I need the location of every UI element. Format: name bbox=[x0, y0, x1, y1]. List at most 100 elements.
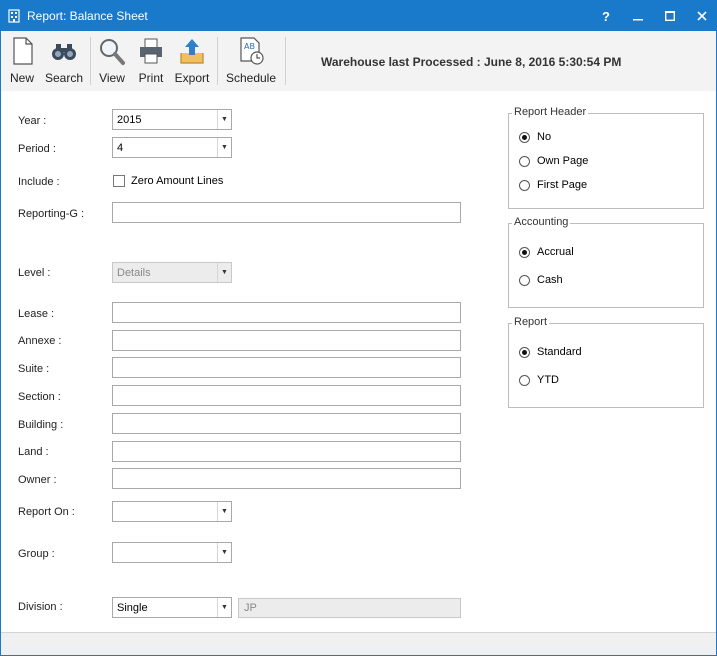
maximize-button[interactable] bbox=[653, 1, 687, 31]
report-header-no-radio[interactable]: No bbox=[519, 131, 551, 143]
division-label: Division : bbox=[18, 601, 63, 613]
chevron-down-icon: ▼ bbox=[217, 263, 231, 282]
radio-label: Cash bbox=[537, 274, 563, 286]
toolbar-separator bbox=[217, 37, 218, 85]
schedule-icon: AB bbox=[240, 37, 264, 65]
export-label: Export bbox=[174, 71, 210, 85]
group-select[interactable]: ▼ bbox=[112, 542, 232, 563]
report-on-select[interactable]: ▼ bbox=[112, 501, 232, 522]
schedule-label: Schedule bbox=[225, 71, 277, 85]
lease-input[interactable] bbox=[112, 302, 461, 323]
suite-input[interactable] bbox=[112, 357, 461, 378]
annexe-input[interactable] bbox=[112, 330, 461, 351]
export-button[interactable]: Export bbox=[172, 35, 212, 89]
building-icon bbox=[8, 9, 20, 23]
chevron-down-icon[interactable]: ▼ bbox=[217, 138, 231, 157]
land-input[interactable] bbox=[112, 441, 461, 462]
search-button[interactable]: Search bbox=[43, 35, 85, 89]
level-select: Details ▼ bbox=[112, 262, 232, 283]
owner-input[interactable] bbox=[112, 468, 461, 489]
minimize-button[interactable] bbox=[621, 1, 655, 31]
toolbar: New Search View Print Export AB Schedule… bbox=[1, 31, 716, 91]
accounting-cash-radio[interactable]: Cash bbox=[519, 274, 563, 286]
radio-label: Standard bbox=[537, 346, 582, 358]
report-header-first-page-radio[interactable]: First Page bbox=[519, 179, 587, 191]
report-standard-radio[interactable]: Standard bbox=[519, 346, 582, 358]
maximize-icon bbox=[665, 11, 675, 21]
radio-unselected-icon bbox=[519, 155, 530, 167]
radio-label: YTD bbox=[537, 374, 559, 386]
group-label: Group : bbox=[18, 548, 55, 560]
lease-label: Lease : bbox=[18, 308, 55, 320]
report-group: Report Standard YTD bbox=[508, 316, 704, 408]
report-ytd-radio[interactable]: YTD bbox=[519, 374, 559, 386]
chevron-down-icon[interactable]: ▼ bbox=[217, 502, 231, 521]
svg-text:AB: AB bbox=[244, 42, 255, 51]
land-label: Land : bbox=[18, 446, 49, 458]
chevron-down-icon[interactable]: ▼ bbox=[217, 598, 231, 617]
radio-unselected-icon bbox=[519, 179, 530, 191]
status-bar bbox=[1, 632, 716, 655]
annexe-label: Annexe : bbox=[18, 335, 62, 347]
level-label: Level : bbox=[18, 267, 51, 279]
report-header-group: Report Header No Own Page First Page bbox=[508, 106, 704, 209]
reporting-g-label: Reporting-G : bbox=[18, 208, 85, 220]
help-label: ? bbox=[602, 8, 610, 24]
radio-selected-icon bbox=[519, 346, 530, 358]
toolbar-separator bbox=[90, 37, 91, 85]
minimize-icon bbox=[633, 19, 643, 21]
report-title: Report bbox=[512, 316, 550, 328]
period-value: 4 bbox=[117, 142, 124, 154]
help-button[interactable]: ? bbox=[589, 1, 623, 31]
radio-label: Accrual bbox=[537, 246, 574, 258]
search-label: Search bbox=[44, 71, 84, 85]
zero-amount-checkbox[interactable] bbox=[113, 175, 125, 187]
accounting-group: Accounting Accrual Cash bbox=[508, 216, 704, 308]
report-on-label: Report On : bbox=[18, 506, 75, 518]
accounting-title: Accounting bbox=[512, 216, 571, 228]
accounting-accrual-radio[interactable]: Accrual bbox=[519, 246, 574, 258]
section-label: Section : bbox=[18, 391, 61, 403]
include-label: Include : bbox=[18, 176, 60, 188]
printer-icon bbox=[140, 38, 162, 64]
warehouse-status: Warehouse last Processed : June 8, 2016 … bbox=[321, 55, 622, 69]
suite-label: Suite : bbox=[18, 363, 50, 375]
chevron-down-icon[interactable]: ▼ bbox=[217, 543, 231, 562]
reporting-g-input[interactable] bbox=[112, 202, 461, 223]
schedule-button[interactable]: AB Schedule bbox=[223, 35, 279, 89]
year-select[interactable]: 2015 ▼ bbox=[112, 109, 232, 130]
radio-unselected-icon bbox=[519, 274, 530, 286]
radio-label: Own Page bbox=[537, 155, 589, 167]
magnifier-icon bbox=[100, 39, 125, 65]
owner-label: Owner : bbox=[18, 474, 57, 486]
print-button[interactable]: Print bbox=[134, 35, 168, 89]
title-bar: Report: Balance Sheet ? bbox=[1, 1, 716, 31]
radio-label: First Page bbox=[537, 179, 588, 191]
close-icon bbox=[697, 11, 707, 21]
period-label: Period : bbox=[18, 143, 56, 155]
toolbar-separator bbox=[285, 37, 286, 85]
report-header-own-page-radio[interactable]: Own Page bbox=[519, 155, 588, 167]
report-window: Report: Balance Sheet ? New Search View … bbox=[0, 0, 717, 656]
zero-amount-label[interactable]: Zero Amount Lines bbox=[131, 175, 223, 187]
close-button[interactable] bbox=[685, 1, 717, 31]
binoculars-icon bbox=[52, 44, 76, 60]
section-input[interactable] bbox=[112, 385, 461, 406]
radio-label: No bbox=[537, 131, 552, 143]
report-header-title: Report Header bbox=[512, 106, 589, 118]
building-input[interactable] bbox=[112, 413, 461, 434]
year-label: Year : bbox=[18, 115, 47, 127]
view-label: View bbox=[99, 71, 125, 85]
radio-selected-icon bbox=[519, 131, 530, 143]
year-value: 2015 bbox=[117, 114, 142, 126]
new-document-icon bbox=[13, 37, 33, 65]
export-icon bbox=[180, 39, 204, 64]
view-button[interactable]: View bbox=[95, 35, 129, 89]
new-button[interactable]: New bbox=[5, 35, 39, 89]
chevron-down-icon[interactable]: ▼ bbox=[217, 110, 231, 129]
division-select[interactable]: Single ▼ bbox=[112, 597, 232, 618]
period-select[interactable]: 4 ▼ bbox=[112, 137, 232, 158]
level-value: Details bbox=[117, 267, 151, 279]
print-label: Print bbox=[138, 71, 164, 85]
radio-selected-icon bbox=[519, 246, 530, 258]
